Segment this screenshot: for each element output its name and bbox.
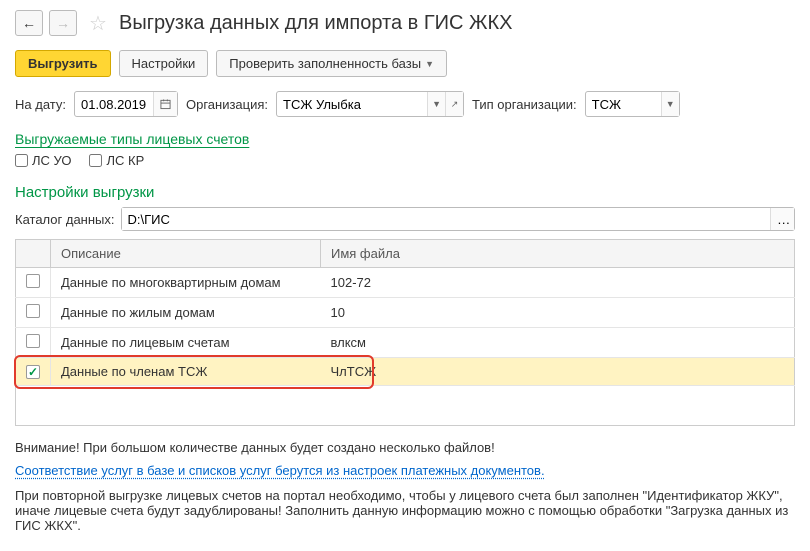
check-db-button-label: Проверить заполненность базы	[229, 56, 421, 71]
row-checkbox-cell[interactable]	[16, 298, 51, 328]
col-file: Имя файла	[321, 240, 795, 268]
cb-ls-kr-box[interactable]	[89, 154, 102, 167]
org-combo[interactable]: ▼ ↗	[276, 91, 464, 117]
org-field[interactable]	[277, 97, 427, 112]
export-button[interactable]: Выгрузить	[15, 50, 111, 77]
cb-ls-uo-label: ЛС УО	[32, 153, 71, 168]
row-file: 102-72	[321, 268, 795, 298]
org-type-dropdown-icon[interactable]: ▼	[661, 92, 679, 116]
row-checkbox-cell[interactable]	[16, 268, 51, 298]
check-db-button[interactable]: Проверить заполненность базы ▼	[216, 50, 447, 77]
row-checkbox[interactable]	[26, 334, 40, 348]
row-checkbox[interactable]	[26, 304, 40, 318]
services-link[interactable]: Соответствие услуг в базе и списков услу…	[15, 463, 545, 478]
table-row[interactable]: Данные по жилым домам10	[16, 298, 795, 328]
col-checkbox	[16, 240, 51, 268]
row-file: влксм	[321, 328, 795, 358]
row-checkbox[interactable]: ✓	[26, 365, 40, 379]
catalog-label: Каталог данных:	[15, 212, 115, 227]
row-file: ЧлТСЖ	[321, 358, 795, 386]
row-desc: Данные по лицевым счетам	[51, 328, 321, 358]
browse-button[interactable]: …	[770, 208, 794, 230]
warning-2: При повторной выгрузке лицевых счетов на…	[15, 488, 795, 533]
account-types-link[interactable]: Выгружаемые типы лицевых счетов	[15, 131, 249, 147]
nav-forward-button[interactable]: →	[49, 10, 77, 36]
export-button-label: Выгрузить	[28, 56, 98, 71]
org-label: Организация:	[186, 97, 268, 112]
org-type-field[interactable]	[586, 97, 661, 112]
org-open-icon[interactable]: ↗	[445, 92, 463, 116]
row-desc: Данные по членам ТСЖ	[51, 358, 321, 386]
settings-button[interactable]: Настройки	[119, 50, 209, 77]
org-type-label: Тип организации:	[472, 97, 577, 112]
export-settings-title: Настройки выгрузки	[15, 184, 795, 201]
table-empty-area	[15, 386, 795, 426]
row-checkbox-cell[interactable]	[16, 328, 51, 358]
table-row[interactable]: Данные по лицевым счетамвлксм	[16, 328, 795, 358]
settings-button-label: Настройки	[132, 56, 196, 71]
favorite-star-icon[interactable]: ☆	[87, 12, 109, 34]
row-checkbox[interactable]	[26, 274, 40, 288]
table-row[interactable]: ✓ Данные по членам ТСЖЧлТСЖ	[16, 358, 795, 386]
cb-ls-uo[interactable]: ЛС УО	[15, 153, 71, 168]
calendar-icon[interactable]	[153, 92, 177, 116]
cb-ls-kr-label: ЛС КР	[106, 153, 144, 168]
row-file: 10	[321, 298, 795, 328]
org-type-combo[interactable]: ▼	[585, 91, 680, 117]
cb-ls-uo-box[interactable]	[15, 154, 28, 167]
warning-1: Внимание! При большом количестве данных …	[15, 440, 795, 455]
row-checkbox-cell[interactable]: ✓	[16, 358, 51, 386]
catalog-input[interactable]: …	[121, 207, 796, 231]
row-desc: Данные по жилым домам	[51, 298, 321, 328]
chevron-down-icon: ▼	[425, 59, 434, 69]
org-dropdown-icon[interactable]: ▼	[427, 92, 445, 116]
export-table: Описание Имя файла Данные по многокварти…	[15, 239, 795, 386]
col-desc: Описание	[51, 240, 321, 268]
table-row[interactable]: Данные по многоквартирным домам102-72	[16, 268, 795, 298]
cb-ls-kr[interactable]: ЛС КР	[89, 153, 144, 168]
page-title: Выгрузка данных для импорта в ГИС ЖКХ	[119, 12, 513, 35]
date-input[interactable]	[74, 91, 178, 117]
row-desc: Данные по многоквартирным домам	[51, 268, 321, 298]
date-field[interactable]	[75, 97, 153, 112]
nav-back-button[interactable]: ←	[15, 10, 43, 36]
catalog-field[interactable]	[122, 208, 771, 230]
date-label: На дату:	[15, 97, 66, 112]
